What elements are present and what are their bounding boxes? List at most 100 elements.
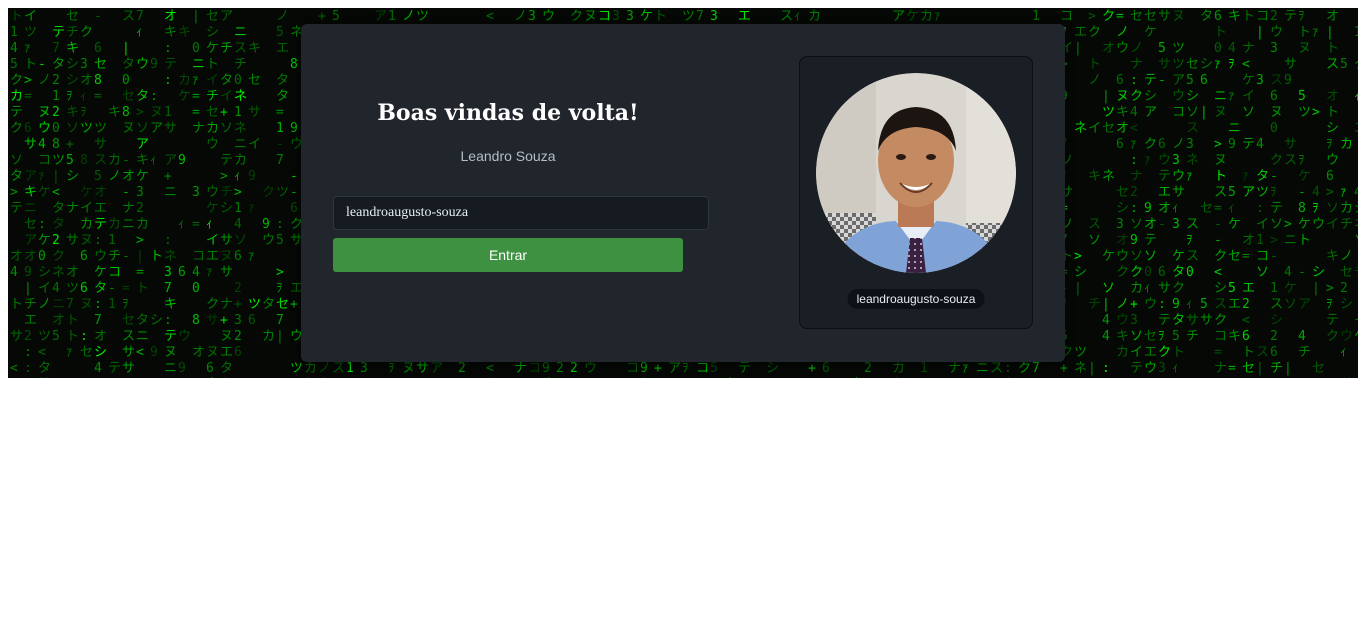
svg-text:ウ: ウ (136, 57, 149, 72)
svg-text:ウ: ウ (94, 249, 107, 264)
svg-text:7: 7 (1242, 377, 1250, 378)
svg-text:+: + (290, 297, 298, 312)
svg-text:6: 6 (1270, 89, 1278, 104)
svg-text:5: 5 (52, 329, 60, 344)
svg-text::: : (80, 329, 88, 344)
svg-text:2: 2 (1340, 281, 1348, 296)
svg-text:=: = (1326, 377, 1334, 378)
svg-text:ｨ: ｨ (136, 25, 143, 40)
svg-text:ケ: ケ (38, 233, 51, 248)
svg-text:ウ: ウ (1116, 313, 1129, 328)
svg-text:セ: セ (486, 377, 499, 378)
svg-text:6: 6 (584, 377, 592, 378)
svg-text:セ: セ (1186, 57, 1199, 72)
svg-text:|: | (52, 169, 60, 184)
svg-text:ナ: ナ (122, 201, 135, 216)
svg-text:サ: サ (1172, 185, 1185, 200)
svg-text:ｧ: ｧ (1144, 153, 1151, 168)
svg-text:9: 9 (1284, 73, 1292, 88)
svg-text:|: | (276, 329, 284, 344)
svg-text:コ: コ (108, 265, 121, 280)
svg-text:サ: サ (206, 313, 219, 328)
svg-text:ウ: ウ (1312, 217, 1325, 232)
svg-text:サ: サ (416, 361, 429, 376)
svg-text:ｨ: ｨ (1228, 201, 1235, 216)
svg-text:>: > (1326, 185, 1334, 200)
svg-text:ノ: ノ (514, 9, 527, 24)
svg-text:+: + (318, 9, 326, 24)
svg-text:コ: コ (696, 361, 709, 376)
svg-text:2: 2 (458, 361, 466, 376)
svg-text:シ: シ (766, 361, 779, 376)
svg-text:ト: ト (136, 281, 149, 296)
svg-text:0: 0 (780, 377, 788, 378)
svg-text:4: 4 (38, 137, 46, 152)
svg-text:イ: イ (24, 9, 37, 24)
svg-text:ツ: ツ (276, 185, 289, 200)
svg-text:キ: キ (220, 377, 233, 378)
svg-text:1: 1 (52, 89, 60, 104)
svg-text:<: < (1130, 121, 1138, 136)
svg-text:ヌ: ヌ (164, 345, 177, 360)
svg-text:ツ: ツ (52, 153, 65, 168)
svg-text:ニ: ニ (262, 377, 275, 378)
svg-text:ツ: ツ (1172, 57, 1185, 72)
svg-text:ク: ク (570, 9, 583, 24)
svg-text:キ: キ (248, 41, 261, 56)
svg-text:9: 9 (150, 345, 158, 360)
svg-text:ケ: ケ (1354, 329, 1358, 344)
username-input[interactable] (333, 196, 709, 230)
svg-text:テ: テ (10, 105, 23, 120)
svg-text:ニ: ニ (234, 137, 247, 152)
svg-text:エ: エ (1158, 377, 1171, 378)
svg-text:7: 7 (276, 313, 284, 328)
svg-text:6: 6 (822, 361, 830, 376)
svg-text:ツ: ツ (416, 9, 429, 24)
svg-text:ツ: ツ (1256, 185, 1269, 200)
svg-text:2: 2 (1270, 9, 1278, 24)
svg-text:コ: コ (192, 249, 205, 264)
svg-text:ｨ: ｨ (1186, 297, 1193, 312)
svg-text:チ: チ (1186, 329, 1199, 344)
svg-text:ケ: ケ (136, 169, 149, 184)
svg-text:ウ: ウ (38, 121, 51, 136)
svg-text:オ: オ (1158, 201, 1171, 216)
svg-text:コ: コ (1172, 105, 1185, 120)
svg-text:ソ: ソ (1102, 281, 1115, 296)
svg-text:+: + (1130, 297, 1138, 312)
svg-text:4: 4 (1256, 137, 1264, 152)
svg-text:ナ: ナ (1214, 361, 1227, 376)
svg-text:=: = (598, 377, 606, 378)
svg-text:0: 0 (192, 41, 200, 56)
svg-text:ｦ: ｦ (1228, 57, 1235, 72)
svg-text:+: + (654, 361, 662, 376)
svg-text:2: 2 (556, 361, 564, 376)
svg-text:サ: サ (94, 137, 107, 152)
svg-text:イ: イ (80, 201, 93, 216)
profile-panel: leandroaugusto-souza (799, 56, 1033, 329)
svg-text:オ: オ (1326, 9, 1339, 24)
svg-text:3: 3 (612, 9, 620, 24)
svg-text:コ: コ (1200, 377, 1213, 378)
login-card: Boas vindas de volta! Leandro Souza Entr… (301, 24, 1065, 362)
svg-text:ｦ: ｦ (1326, 297, 1333, 312)
svg-text:ナ: ナ (1130, 169, 1143, 184)
svg-text:キ: キ (164, 25, 177, 40)
svg-text:ア: ア (24, 169, 37, 184)
svg-text:5: 5 (710, 361, 718, 376)
svg-text:1: 1 (1354, 25, 1358, 40)
svg-text:ノ: ノ (276, 9, 289, 24)
svg-text:=: = (276, 105, 284, 120)
svg-text:ｧ: ｧ (38, 169, 45, 184)
svg-text:<: < (10, 361, 18, 376)
svg-text:ア: ア (24, 233, 37, 248)
svg-text::: : (1102, 361, 1110, 376)
svg-text:ヌ: ヌ (1214, 105, 1227, 120)
svg-text:6: 6 (234, 345, 242, 360)
svg-text::: : (1130, 201, 1138, 216)
enter-button[interactable]: Entrar (333, 238, 683, 272)
svg-text:|: | (192, 9, 200, 24)
svg-text:4: 4 (10, 41, 18, 56)
svg-text:カ: カ (1116, 345, 1129, 360)
svg-text:0: 0 (52, 121, 60, 136)
